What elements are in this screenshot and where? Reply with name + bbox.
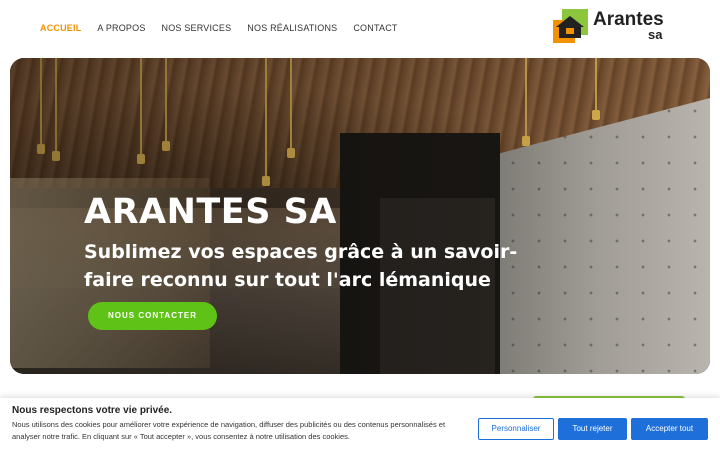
cookie-title: Nous respectons votre vie privée. (12, 405, 173, 416)
hero-title: ARANTES SA (84, 192, 337, 232)
cookie-consent-banner: Nous respectons votre vie privée. Nous u… (0, 398, 720, 450)
nav-item-accueil[interactable]: ACCUEIL (40, 23, 81, 33)
accept-all-button[interactable]: Accepter tout (631, 418, 708, 440)
main-nav: ACCUEIL A PROPOS NOS SERVICES NOS RÉALIS… (40, 23, 398, 33)
house-logo-icon (553, 9, 589, 45)
cookie-description: Nous utilisons des cookies pour améliore… (12, 420, 446, 441)
nav-item-nos-services[interactable]: NOS SERVICES (162, 23, 232, 33)
hero-subtitle: Sublimez vos espaces grâce à un savoir-f… (84, 241, 518, 291)
reject-all-button[interactable]: Tout rejeter (558, 418, 627, 440)
customize-cookies-button[interactable]: Personnaliser (478, 418, 554, 440)
nav-item-contact[interactable]: CONTACT (353, 23, 397, 33)
logo-suffix: sa (648, 27, 663, 42)
nav-item-nos-realisations[interactable]: NOS RÉALISATIONS (247, 23, 337, 33)
nav-item-a-propos[interactable]: A PROPOS (97, 23, 145, 33)
site-logo[interactable]: Arantes sa (553, 8, 673, 48)
site-header: ACCUEIL A PROPOS NOS SERVICES NOS RÉALIS… (0, 0, 720, 58)
contact-cta-button[interactable]: NOUS CONTACTER (88, 302, 217, 330)
